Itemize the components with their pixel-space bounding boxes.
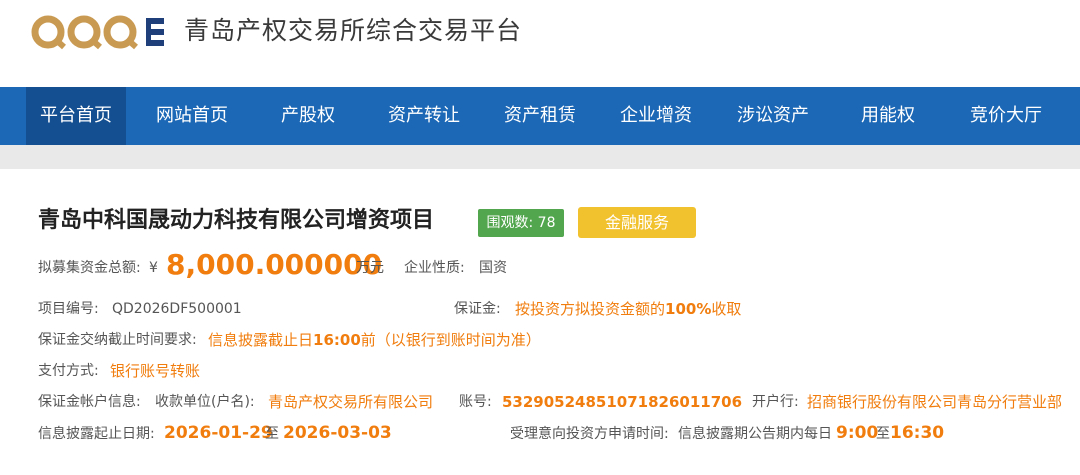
nav-item-litigation-assets[interactable]: 涉讼资产 <box>722 87 824 145</box>
apply-end: 16:30 <box>890 423 945 443</box>
deadline-label: 保证金交纳截止时间要求: <box>38 332 197 348</box>
apply-label: 受理意向投资方申请时间: <box>510 426 669 442</box>
account-label: 保证金帐户信息: <box>38 394 141 410</box>
date-label: 信息披露起止日期: <box>38 426 155 442</box>
date-separator: 至 <box>265 426 279 442</box>
qpc-logo-icon[interactable] <box>30 12 170 52</box>
pay-value: 银行账号转账 <box>110 362 201 380</box>
apply-separator: 至 <box>876 426 890 442</box>
amount-unit: 万元 <box>356 260 384 276</box>
nav-item-capital-increase[interactable]: 企业增资 <box>606 87 706 145</box>
site-header: 青岛产权交易所综合交易平台 <box>0 0 1080 87</box>
payee-label: 收款单位(户名): <box>155 394 255 410</box>
project-title: 青岛中科国晟动力科技有限公司增资项目 <box>38 208 435 233</box>
main-nav: 平台首页 网站首页 产股权 资产转让 资产租赁 企业增资 涉讼资产 用能权 竞价… <box>0 87 1080 145</box>
nature-value: 国资 <box>479 260 507 276</box>
acct-no-label: 账号: <box>459 394 492 410</box>
fund-amount: 8,000.000000 <box>166 248 383 281</box>
nav-item-platform-home[interactable]: 平台首页 <box>26 87 126 145</box>
deposit-label: 保证金: <box>454 301 501 317</box>
finance-service-button[interactable]: 金融服务 <box>578 207 696 238</box>
deadline-value: 信息披露截止日16:00前（以银行到账时间为准） <box>208 331 541 349</box>
section-divider <box>0 145 1080 169</box>
nav-item-site-home[interactable]: 网站首页 <box>142 87 242 145</box>
nav-item-asset-transfer[interactable]: 资产转让 <box>374 87 474 145</box>
project-no-value: QD2026DF500001 <box>112 301 242 317</box>
pay-label: 支付方式: <box>38 363 99 379</box>
nav-item-asset-lease[interactable]: 资产租赁 <box>490 87 590 145</box>
nav-item-equity[interactable]: 产股权 <box>258 87 358 145</box>
date-start: 2026-01-29 <box>164 423 273 443</box>
project-no-label: 项目编号: <box>38 301 99 317</box>
views-badge: 围观数: 78 <box>478 209 564 237</box>
nature-label: 企业性质: <box>404 260 465 276</box>
deposit-value: 按投资方拟投资金额的100%收取 <box>515 300 742 318</box>
apply-start: 9:00 <box>836 423 879 443</box>
currency-symbol: ¥ <box>149 260 158 276</box>
fund-label: 拟募集资金总额: <box>38 260 141 276</box>
nav-item-bidding-hall[interactable]: 竞价大厅 <box>956 87 1056 145</box>
date-end: 2026-03-03 <box>283 423 392 443</box>
acct-no-value: 53290524851071826011706 <box>502 393 743 411</box>
bank-value: 招商银行股份有限公司青岛分行营业部 <box>807 393 1063 411</box>
site-title: 青岛产权交易所综合交易平台 <box>184 16 523 45</box>
bank-label: 开户行: <box>752 394 799 410</box>
payee-value: 青岛产权交易所有限公司 <box>268 393 434 411</box>
apply-prefix: 信息披露期公告期内每日 <box>678 426 832 442</box>
nav-item-energy-rights[interactable]: 用能权 <box>838 87 938 145</box>
